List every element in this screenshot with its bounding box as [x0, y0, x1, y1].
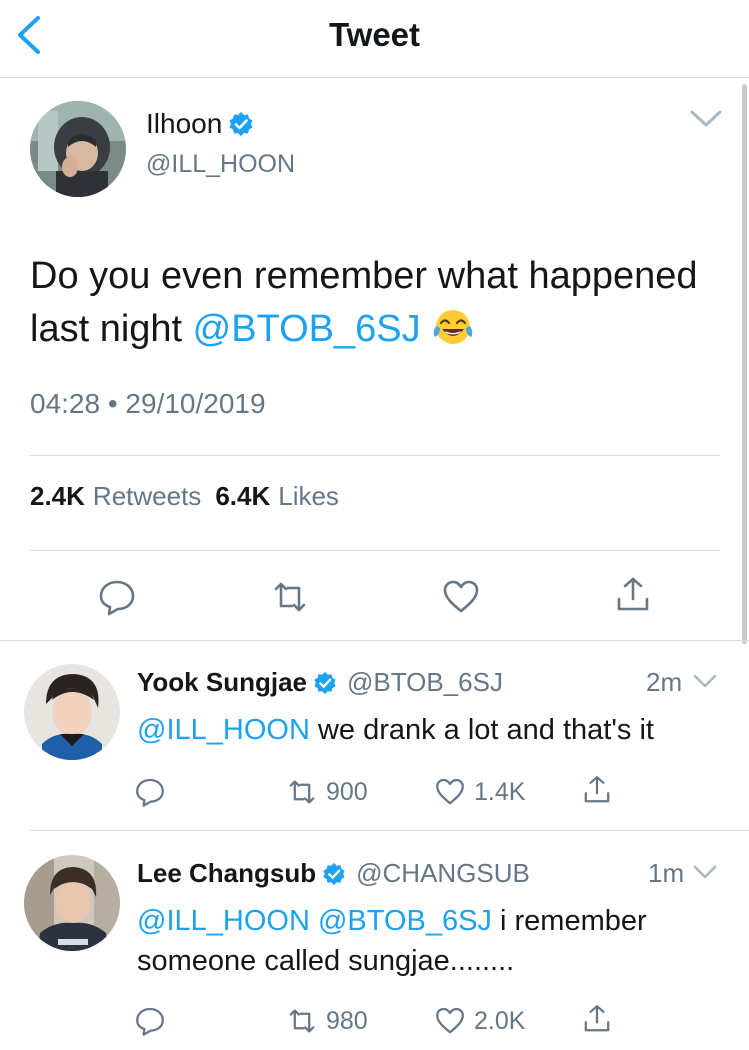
reply-mention-link[interactable]: @ILL_HOON	[137, 905, 310, 937]
reply-icon	[136, 778, 164, 807]
like-heart-icon	[436, 1007, 464, 1034]
reply-divider	[30, 830, 749, 831]
tweet-timestamp: 04:28 • 29/10/2019	[30, 388, 266, 419]
reply-time: 1m	[648, 858, 685, 888]
like-count: 1.4K	[474, 777, 526, 806]
reply-icon[interactable]	[97, 577, 137, 617]
reply-icon	[136, 1007, 164, 1036]
tweet-text: Do you even remember what happened last …	[30, 250, 730, 356]
reply-header: Yook Sungjae @BTOB_6SJ	[137, 667, 503, 698]
reply-mention-link[interactable]: @BTOB_6SJ	[318, 905, 492, 937]
retweets-stat[interactable]: 2.4K Retweets	[30, 481, 201, 512]
reply-header: Lee Changsub @CHANGSUB	[137, 858, 530, 889]
share-button[interactable]	[581, 1003, 613, 1035]
like-button[interactable]: 1.4K	[434, 776, 525, 808]
avatar-yook-sungjae[interactable]	[24, 664, 120, 760]
reply-author-name[interactable]: Yook Sungjae	[137, 667, 307, 698]
likes-count: 6.4K	[215, 481, 271, 511]
author-name[interactable]: Ilhoon	[146, 108, 254, 140]
retweets-count: 2.4K	[30, 481, 85, 511]
reply-author-handle[interactable]: @BTOB_6SJ	[347, 667, 503, 698]
laughing-crying-emoji-icon	[433, 310, 473, 344]
retweet-count: 980	[326, 1006, 368, 1035]
like-heart-icon	[436, 778, 464, 805]
chevron-down-icon[interactable]	[692, 672, 718, 690]
share-icon	[584, 776, 610, 803]
scrollbar[interactable]	[742, 84, 747, 644]
share-icon[interactable]	[613, 575, 653, 615]
tweet-stats: 2.4K Retweets 6.4K Likes	[30, 481, 339, 512]
reply-button[interactable]	[134, 1005, 166, 1037]
page-title: Tweet	[328, 16, 421, 53]
like-heart-icon[interactable]	[441, 577, 481, 617]
reply-time: 2m	[646, 667, 683, 697]
reply-mention-link[interactable]: @ILL_HOON	[137, 714, 310, 746]
section-divider	[0, 640, 749, 641]
author-name-text[interactable]: Ilhoon	[146, 108, 222, 140]
verified-badge-icon	[229, 112, 253, 136]
avatar-lee-changsub[interactable]	[24, 855, 120, 951]
likes-stat[interactable]: 6.4K Likes	[215, 481, 339, 512]
retweets-label: Retweets	[92, 481, 202, 511]
reply-author-handle[interactable]: @CHANGSUB	[356, 858, 530, 889]
retweet-icon	[289, 1009, 315, 1033]
reply-text-body: we drank a lot and that's it	[309, 714, 654, 746]
likes-label: Likes	[278, 481, 339, 511]
retweet-button[interactable]: 980	[286, 1005, 368, 1037]
like-count: 2.0K	[474, 1006, 526, 1035]
reply-text: @ILL_HOON we drank a lot and that's it	[137, 710, 727, 750]
share-icon	[584, 1005, 610, 1032]
retweet-count: 900	[326, 777, 368, 806]
retweet-icon[interactable]	[270, 577, 310, 617]
chevron-down-icon[interactable]	[692, 863, 718, 881]
avatar-ilhoon[interactable]	[30, 101, 126, 197]
retweet-icon	[289, 780, 315, 804]
top-bar: Tweet	[0, 0, 749, 78]
divider	[30, 455, 720, 456]
verified-badge-icon	[314, 671, 336, 694]
retweet-button[interactable]: 900	[286, 776, 368, 808]
share-button[interactable]	[581, 774, 613, 806]
chevron-down-icon[interactable]	[688, 106, 724, 130]
reply-button[interactable]	[134, 776, 166, 808]
tweet-mention-link[interactable]: @BTOB_6SJ	[193, 308, 421, 350]
reply-text: @ILL_HOON @BTOB_6SJ i remember someone c…	[137, 901, 727, 981]
author-handle[interactable]: @ILL_HOON	[146, 150, 295, 179]
like-button[interactable]: 2.0K	[434, 1005, 525, 1037]
divider	[30, 550, 720, 551]
verified-badge-icon	[323, 862, 345, 885]
reply-author-name[interactable]: Lee Changsub	[137, 858, 316, 889]
